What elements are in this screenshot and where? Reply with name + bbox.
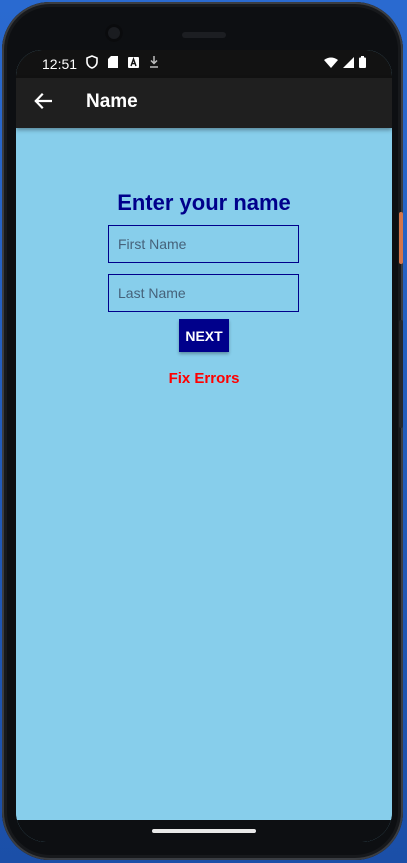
back-button[interactable] — [30, 90, 56, 116]
front-camera — [105, 24, 123, 42]
error-message: Fix Errors — [168, 370, 240, 387]
notification-icons — [86, 55, 159, 72]
gesture-nav-bar — [16, 820, 392, 842]
first-name-field[interactable] — [108, 225, 299, 263]
volume-button — [399, 320, 403, 428]
status-time: 12:51 — [42, 56, 78, 72]
status-bar: 12:51 — [16, 50, 392, 78]
earpiece-speaker — [182, 32, 226, 38]
form-heading: Enter your name — [117, 190, 291, 215]
home-handle[interactable] — [152, 829, 256, 833]
power-button — [399, 212, 403, 264]
phone-frame: 12:51 Name Enter your name First Name La… — [2, 2, 403, 860]
shield-icon — [86, 55, 98, 72]
last-name-field[interactable] — [108, 274, 299, 312]
arrow-back-icon — [34, 92, 53, 115]
next-button[interactable]: NEXT — [179, 319, 229, 352]
wifi-icon — [324, 56, 338, 71]
system-icons — [324, 56, 366, 71]
page-title: Name — [86, 91, 138, 112]
signal-icon — [343, 56, 354, 71]
battery-icon — [359, 56, 366, 71]
name-form: Enter your name NEXT Fix Errors — [16, 128, 392, 820]
app-bar: Name — [16, 78, 392, 128]
phone-screen: 12:51 Name Enter your name First Name La… — [16, 50, 392, 842]
sd-card-icon — [108, 56, 118, 71]
download-icon — [149, 56, 159, 71]
a-notification-icon — [128, 56, 139, 71]
